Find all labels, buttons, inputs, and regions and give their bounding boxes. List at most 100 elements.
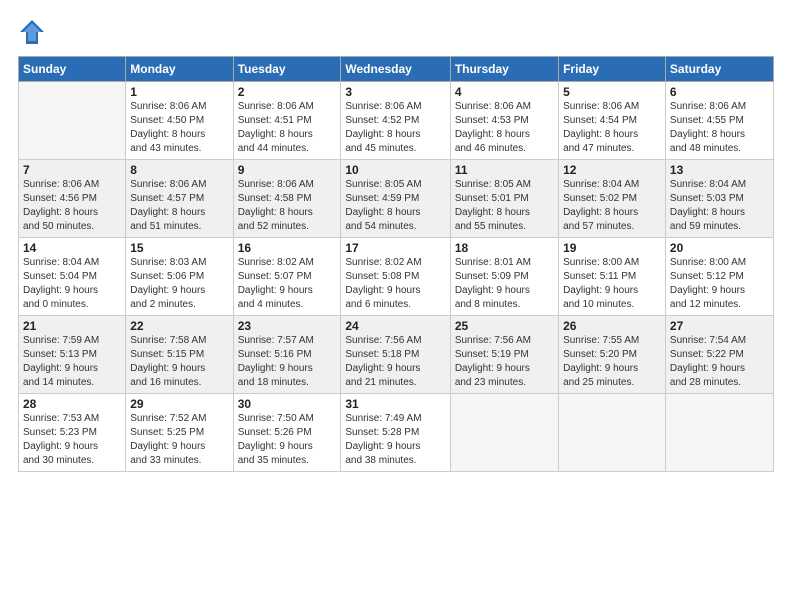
col-header-thursday: Thursday [450, 57, 558, 82]
day-info: Sunrise: 8:06 AM Sunset: 4:56 PM Dayligh… [23, 178, 121, 234]
calendar-cell: 15Sunrise: 8:03 AM Sunset: 5:06 PM Dayli… [126, 238, 233, 316]
calendar-cell: 19Sunrise: 8:00 AM Sunset: 5:11 PM Dayli… [559, 238, 666, 316]
day-info: Sunrise: 8:06 AM Sunset: 4:51 PM Dayligh… [238, 100, 337, 156]
day-info: Sunrise: 8:04 AM Sunset: 5:02 PM Dayligh… [563, 178, 661, 234]
calendar-cell [559, 394, 666, 472]
day-number: 1 [130, 85, 228, 99]
col-header-friday: Friday [559, 57, 666, 82]
day-number: 3 [345, 85, 445, 99]
calendar-cell: 13Sunrise: 8:04 AM Sunset: 5:03 PM Dayli… [665, 160, 773, 238]
day-info: Sunrise: 8:01 AM Sunset: 5:09 PM Dayligh… [455, 256, 554, 312]
calendar-week-row: 1Sunrise: 8:06 AM Sunset: 4:50 PM Daylig… [19, 82, 774, 160]
day-info: Sunrise: 8:02 AM Sunset: 5:08 PM Dayligh… [345, 256, 445, 312]
day-number: 31 [345, 397, 445, 411]
calendar-cell: 27Sunrise: 7:54 AM Sunset: 5:22 PM Dayli… [665, 316, 773, 394]
day-number: 9 [238, 163, 337, 177]
day-info: Sunrise: 8:06 AM Sunset: 4:50 PM Dayligh… [130, 100, 228, 156]
calendar-cell: 18Sunrise: 8:01 AM Sunset: 5:09 PM Dayli… [450, 238, 558, 316]
calendar-cell: 29Sunrise: 7:52 AM Sunset: 5:25 PM Dayli… [126, 394, 233, 472]
day-info: Sunrise: 7:53 AM Sunset: 5:23 PM Dayligh… [23, 412, 121, 468]
day-number: 29 [130, 397, 228, 411]
calendar-cell: 25Sunrise: 7:56 AM Sunset: 5:19 PM Dayli… [450, 316, 558, 394]
calendar-cell: 31Sunrise: 7:49 AM Sunset: 5:28 PM Dayli… [341, 394, 450, 472]
day-number: 23 [238, 319, 337, 333]
day-number: 14 [23, 241, 121, 255]
day-number: 5 [563, 85, 661, 99]
day-info: Sunrise: 8:06 AM Sunset: 4:57 PM Dayligh… [130, 178, 228, 234]
day-info: Sunrise: 7:56 AM Sunset: 5:18 PM Dayligh… [345, 334, 445, 390]
day-number: 21 [23, 319, 121, 333]
calendar-cell: 28Sunrise: 7:53 AM Sunset: 5:23 PM Dayli… [19, 394, 126, 472]
day-info: Sunrise: 8:02 AM Sunset: 5:07 PM Dayligh… [238, 256, 337, 312]
day-number: 16 [238, 241, 337, 255]
col-header-tuesday: Tuesday [233, 57, 341, 82]
calendar-cell: 20Sunrise: 8:00 AM Sunset: 5:12 PM Dayli… [665, 238, 773, 316]
col-header-saturday: Saturday [665, 57, 773, 82]
day-number: 30 [238, 397, 337, 411]
day-info: Sunrise: 7:57 AM Sunset: 5:16 PM Dayligh… [238, 334, 337, 390]
day-number: 17 [345, 241, 445, 255]
day-info: Sunrise: 7:52 AM Sunset: 5:25 PM Dayligh… [130, 412, 228, 468]
calendar-cell: 11Sunrise: 8:05 AM Sunset: 5:01 PM Dayli… [450, 160, 558, 238]
day-info: Sunrise: 7:50 AM Sunset: 5:26 PM Dayligh… [238, 412, 337, 468]
day-info: Sunrise: 8:03 AM Sunset: 5:06 PM Dayligh… [130, 256, 228, 312]
day-info: Sunrise: 7:56 AM Sunset: 5:19 PM Dayligh… [455, 334, 554, 390]
day-info: Sunrise: 8:06 AM Sunset: 4:58 PM Dayligh… [238, 178, 337, 234]
day-number: 6 [670, 85, 769, 99]
day-number: 13 [670, 163, 769, 177]
day-number: 2 [238, 85, 337, 99]
day-number: 22 [130, 319, 228, 333]
calendar-cell: 5Sunrise: 8:06 AM Sunset: 4:54 PM Daylig… [559, 82, 666, 160]
day-info: Sunrise: 7:58 AM Sunset: 5:15 PM Dayligh… [130, 334, 228, 390]
logo [18, 18, 50, 46]
day-number: 12 [563, 163, 661, 177]
day-number: 24 [345, 319, 445, 333]
calendar-cell: 16Sunrise: 8:02 AM Sunset: 5:07 PM Dayli… [233, 238, 341, 316]
col-header-wednesday: Wednesday [341, 57, 450, 82]
day-info: Sunrise: 8:05 AM Sunset: 4:59 PM Dayligh… [345, 178, 445, 234]
day-info: Sunrise: 8:05 AM Sunset: 5:01 PM Dayligh… [455, 178, 554, 234]
col-header-sunday: Sunday [19, 57, 126, 82]
day-number: 18 [455, 241, 554, 255]
day-info: Sunrise: 8:00 AM Sunset: 5:11 PM Dayligh… [563, 256, 661, 312]
calendar-cell: 30Sunrise: 7:50 AM Sunset: 5:26 PM Dayli… [233, 394, 341, 472]
day-info: Sunrise: 8:04 AM Sunset: 5:04 PM Dayligh… [23, 256, 121, 312]
calendar-cell: 21Sunrise: 7:59 AM Sunset: 5:13 PM Dayli… [19, 316, 126, 394]
header [18, 18, 774, 46]
day-number: 4 [455, 85, 554, 99]
day-number: 20 [670, 241, 769, 255]
calendar-week-row: 21Sunrise: 7:59 AM Sunset: 5:13 PM Dayli… [19, 316, 774, 394]
day-info: Sunrise: 7:55 AM Sunset: 5:20 PM Dayligh… [563, 334, 661, 390]
calendar-cell: 7Sunrise: 8:06 AM Sunset: 4:56 PM Daylig… [19, 160, 126, 238]
calendar-week-row: 28Sunrise: 7:53 AM Sunset: 5:23 PM Dayli… [19, 394, 774, 472]
day-number: 28 [23, 397, 121, 411]
day-info: Sunrise: 7:59 AM Sunset: 5:13 PM Dayligh… [23, 334, 121, 390]
calendar-cell: 23Sunrise: 7:57 AM Sunset: 5:16 PM Dayli… [233, 316, 341, 394]
logo-icon [18, 18, 46, 46]
day-number: 27 [670, 319, 769, 333]
day-info: Sunrise: 8:00 AM Sunset: 5:12 PM Dayligh… [670, 256, 769, 312]
calendar-cell: 17Sunrise: 8:02 AM Sunset: 5:08 PM Dayli… [341, 238, 450, 316]
calendar-cell: 4Sunrise: 8:06 AM Sunset: 4:53 PM Daylig… [450, 82, 558, 160]
calendar-cell: 9Sunrise: 8:06 AM Sunset: 4:58 PM Daylig… [233, 160, 341, 238]
calendar-header-row: SundayMondayTuesdayWednesdayThursdayFrid… [19, 57, 774, 82]
day-number: 25 [455, 319, 554, 333]
calendar-cell [665, 394, 773, 472]
calendar-cell: 12Sunrise: 8:04 AM Sunset: 5:02 PM Dayli… [559, 160, 666, 238]
day-number: 15 [130, 241, 228, 255]
calendar-cell: 2Sunrise: 8:06 AM Sunset: 4:51 PM Daylig… [233, 82, 341, 160]
day-info: Sunrise: 8:06 AM Sunset: 4:54 PM Dayligh… [563, 100, 661, 156]
calendar-cell [19, 82, 126, 160]
day-number: 19 [563, 241, 661, 255]
calendar-cell: 6Sunrise: 8:06 AM Sunset: 4:55 PM Daylig… [665, 82, 773, 160]
calendar-cell: 14Sunrise: 8:04 AM Sunset: 5:04 PM Dayli… [19, 238, 126, 316]
calendar-cell: 26Sunrise: 7:55 AM Sunset: 5:20 PM Dayli… [559, 316, 666, 394]
col-header-monday: Monday [126, 57, 233, 82]
day-number: 10 [345, 163, 445, 177]
calendar-cell: 3Sunrise: 8:06 AM Sunset: 4:52 PM Daylig… [341, 82, 450, 160]
calendar-week-row: 7Sunrise: 8:06 AM Sunset: 4:56 PM Daylig… [19, 160, 774, 238]
day-info: Sunrise: 8:06 AM Sunset: 4:55 PM Dayligh… [670, 100, 769, 156]
calendar-cell: 22Sunrise: 7:58 AM Sunset: 5:15 PM Dayli… [126, 316, 233, 394]
calendar-week-row: 14Sunrise: 8:04 AM Sunset: 5:04 PM Dayli… [19, 238, 774, 316]
calendar-cell: 24Sunrise: 7:56 AM Sunset: 5:18 PM Dayli… [341, 316, 450, 394]
